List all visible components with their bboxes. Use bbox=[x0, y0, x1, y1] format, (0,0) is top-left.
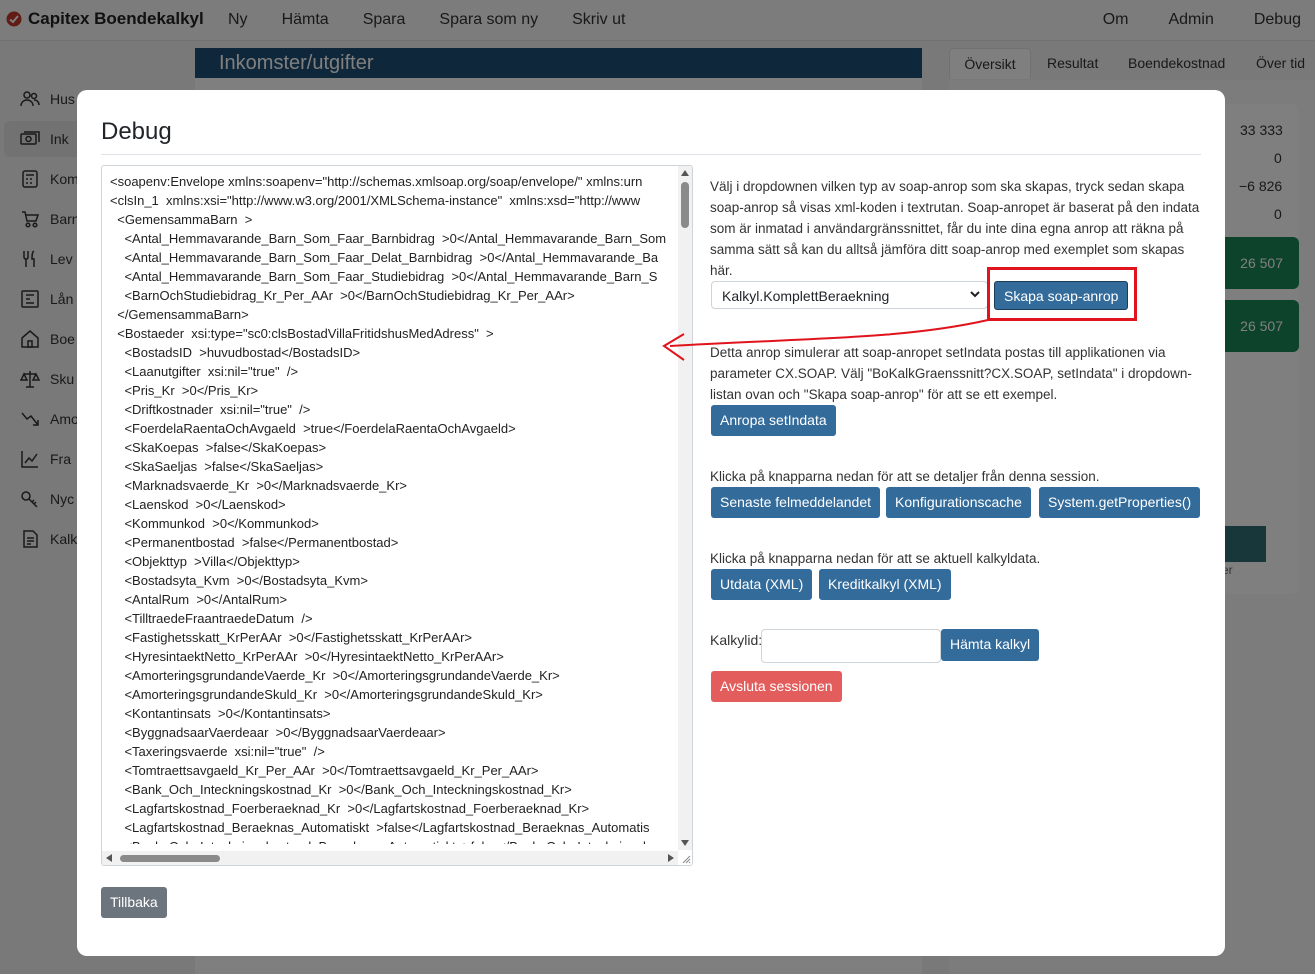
xml-line: <Permanentbostad >false</Permanentbostad… bbox=[110, 535, 399, 550]
credit-calc-xml-button[interactable]: Kreditkalkyl (XML) bbox=[819, 569, 951, 600]
xml-line: <Objekttyp >Villa</Objekttyp> bbox=[110, 554, 300, 569]
xml-line: <Kommunkod >0</Kommunkod> bbox=[110, 516, 319, 531]
call-setindata-button[interactable]: Anropa setIndata bbox=[711, 405, 836, 436]
xml-textarea[interactable]: <soapenv:Envelope xmlns:soapenv="http://… bbox=[101, 165, 693, 866]
kalkylid-label: Kalkylid: bbox=[710, 632, 763, 648]
xml-line: <Laanutgifter xsi:nil="true" /> bbox=[110, 364, 299, 379]
modal-divider bbox=[101, 154, 1201, 155]
back-button[interactable]: Tillbaka bbox=[101, 887, 167, 918]
scroll-left-icon[interactable] bbox=[106, 854, 112, 862]
xml-line: <Laenskod >0</Laenskod> bbox=[110, 497, 286, 512]
xml-line: <AntalRum >0</AntalRum> bbox=[110, 592, 288, 607]
xml-line: <Lagfartskostnad_Beraeknas_Automatiskt >… bbox=[110, 820, 650, 835]
xml-line: <Taxeringsvaerde xsi:nil="true" /> bbox=[110, 744, 325, 759]
xml-line: <BarnOchStudiebidrag_Kr_Per_AAr >0</Barn… bbox=[110, 288, 575, 303]
xml-line: <SkaSaeljas >false</SkaSaeljas> bbox=[110, 459, 324, 474]
kalkylid-input[interactable] bbox=[761, 629, 941, 663]
xml-line: <Kontantinsats >0</Kontantinsats> bbox=[110, 706, 331, 721]
xml-text: <soapenv:Envelope xmlns:soapenv="http://… bbox=[110, 172, 676, 844]
system-properties-button[interactable]: System.getProperties() bbox=[1039, 487, 1201, 518]
session-text: Klicka på knapparna nedan för att se det… bbox=[710, 469, 1100, 484]
vertical-scrollbar[interactable] bbox=[678, 166, 692, 850]
xml-line: <FoerdelaRaentaOchAvgaeld >true</Foerdel… bbox=[110, 421, 516, 436]
xml-line: <AmorteringsgrundandeVaerde_Kr >0</Amort… bbox=[110, 668, 560, 683]
scroll-thumb[interactable] bbox=[120, 855, 220, 862]
modal-title: Debug bbox=[101, 118, 172, 145]
xml-line: </GemensammaBarn> bbox=[110, 307, 249, 322]
soap-type-select-value: Kalkyl.KomplettBeraekning bbox=[722, 288, 890, 304]
xml-line: <Bostadsyta_Kvm >0</Bostadsyta_Kvm> bbox=[110, 573, 368, 588]
xml-line: <AmorteringsgrundandeSkuld_Kr >0</Amorte… bbox=[110, 687, 543, 702]
xml-line: <Antal_Hemmavarande_Barn_Som_Faar_Studie… bbox=[110, 269, 658, 284]
xml-line: <SkaKoepas >false</SkaKoepas> bbox=[110, 440, 327, 455]
xml-line: <Fastighetsskatt_KrPerAAr >0</Fastighets… bbox=[110, 630, 472, 645]
xml-line: <Marknadsvaerde_Kr >0</Marknadsvaerde_Kr… bbox=[110, 478, 407, 493]
scroll-thumb[interactable] bbox=[681, 182, 689, 228]
xml-line: <Bank_Och_Inteckningskostnad_Beraeknas_A… bbox=[110, 837, 676, 844]
scroll-right-icon[interactable] bbox=[668, 854, 674, 862]
xml-line: <HyresintaektNetto_KrPerAAr >0</Hyresint… bbox=[110, 649, 504, 664]
fetch-calc-button[interactable]: Hämta kalkyl bbox=[941, 629, 1040, 661]
xml-line: <Lagfartskostnad_Foerberaeknad_Kr >0</La… bbox=[110, 801, 590, 816]
xml-line: <Pris_Kr >0</Pris_Kr> bbox=[110, 383, 259, 398]
debug-modal: Debug <soapenv:Envelope xmlns:soapenv="h… bbox=[77, 90, 1225, 956]
xml-line: <BostadsID >huvudbostad</BostadsID> bbox=[110, 345, 361, 360]
resize-grip-icon[interactable] bbox=[681, 854, 691, 864]
scroll-up-icon[interactable] bbox=[681, 170, 689, 176]
scroll-down-icon[interactable] bbox=[681, 840, 689, 846]
xml-line: <Bank_Och_Inteckningskostnad_Kr >0</Bank… bbox=[110, 782, 572, 797]
xml-line: <Antal_Hemmavarande_Barn_Som_Faar_Barnbi… bbox=[110, 231, 667, 246]
xml-line: <TilltraedeFraantraedeDatum /> bbox=[110, 611, 313, 626]
calc-text: Klicka på knapparna nedan för att se akt… bbox=[710, 551, 1041, 566]
annotation-highlight bbox=[987, 267, 1137, 321]
last-error-button[interactable]: Senaste felmeddelandet bbox=[711, 487, 880, 518]
soap-type-select[interactable]: Kalkyl.KomplettBeraekning bbox=[711, 281, 988, 309]
xml-line: <Tomtraettsavgaeld_Kr_Per_AAr >0</Tomtra… bbox=[110, 763, 539, 778]
config-cache-button[interactable]: Konfigurationscache bbox=[886, 487, 1031, 518]
xml-line: <soapenv:Envelope xmlns:soapenv="http://… bbox=[110, 174, 643, 189]
xml-line: <clsIn_1 xmlns:xsi="http://www.w3.org/20… bbox=[110, 193, 641, 208]
intro-text: Välj i dropdownen vilken typ av soap-anr… bbox=[710, 179, 1200, 278]
setindata-text: Detta anrop simulerar att soap-anropet s… bbox=[710, 345, 1192, 402]
chevron-down-icon bbox=[970, 291, 980, 298]
xml-line: <Antal_Hemmavarande_Barn_Som_Faar_Delat_… bbox=[110, 250, 659, 265]
horizontal-scrollbar[interactable] bbox=[102, 851, 678, 865]
end-session-button[interactable]: Avsluta sessionen bbox=[711, 671, 842, 702]
xml-line: <Bostaeder xsi:type="sc0:clsBostadVillaF… bbox=[110, 326, 494, 341]
xml-line: <GemensammaBarn > bbox=[110, 212, 253, 227]
output-xml-button[interactable]: Utdata (XML) bbox=[711, 569, 813, 600]
xml-line: <Driftkostnader xsi:nil="true" /> bbox=[110, 402, 311, 417]
xml-line: <ByggnadsaarVaerdeaar >0</ByggnadsaarVae… bbox=[110, 725, 446, 740]
